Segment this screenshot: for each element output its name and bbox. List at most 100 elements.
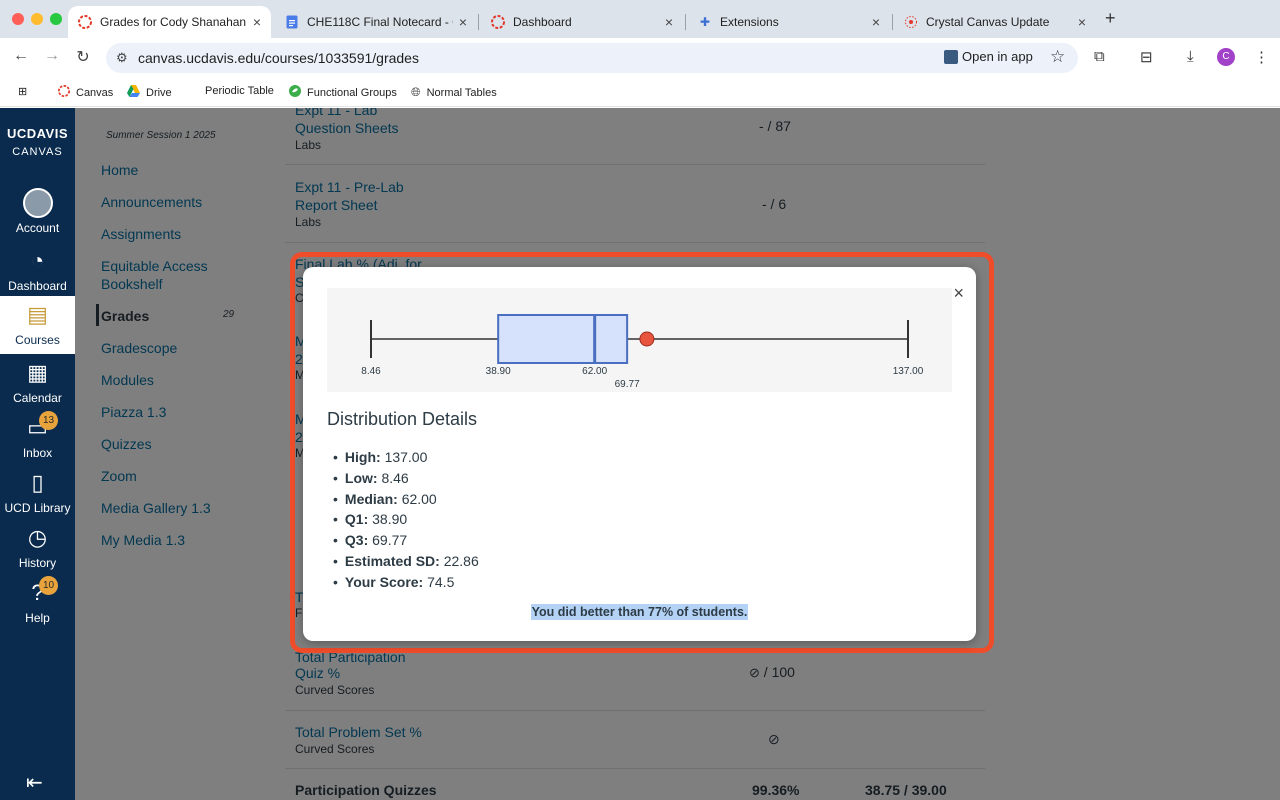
global-nav-label: Calendar xyxy=(13,391,62,405)
canvas-logo[interactable]: CANVAS xyxy=(0,146,75,158)
global-nav-help[interactable]: ? Help xyxy=(0,578,75,625)
stats-list: High: 137.00 Low: 8.46 Median: 62.00 Q1:… xyxy=(333,447,479,593)
global-nav-history[interactable]: ◷ History xyxy=(0,523,75,570)
stat-label: Your Score: xyxy=(344,573,424,590)
browser-tab-notecard[interactable]: CHE118C Final Notecard - Go × xyxy=(275,6,477,38)
global-nav-account[interactable]: Account xyxy=(0,188,75,235)
bookmarks-bar: ⊞ Canvas Drive Periodic Table Functional… xyxy=(0,77,1280,107)
browser-tab-dashboard[interactable]: Dashboard × xyxy=(481,6,683,38)
stat-estimated-sd: Estimated SD: 22.86 xyxy=(333,551,479,572)
distribution-dialog: × 8.46 38.90 62.00 69.77 137.00 Distribution… xyxy=(303,267,976,641)
global-nav-label: Dashboard xyxy=(8,279,67,293)
stat-value: 62.00 xyxy=(401,490,437,507)
box-plot-chart: 8.46 38.90 62.00 69.77 137.00 xyxy=(327,288,952,392)
q3-label: 69.77 xyxy=(615,379,640,390)
puzzle-icon: ✚ xyxy=(699,15,711,29)
global-nav-courses[interactable]: ▤ Courses xyxy=(0,296,75,354)
global-nav-ucd-library[interactable]: ▯ UCD Library xyxy=(0,468,75,515)
bookmark-label: Drive xyxy=(146,86,172,99)
your-score-marker xyxy=(639,331,655,347)
stat-q1: Q1: 38.90 xyxy=(333,509,479,530)
browser-tab-extensions[interactable]: ✚ Extensions × xyxy=(688,6,890,38)
tab-separator xyxy=(478,14,479,30)
tab-search-icon[interactable]: ⊟ xyxy=(1140,48,1153,66)
bookmark-label: Normal Tables xyxy=(426,86,497,99)
global-nav-label: Account xyxy=(15,221,60,235)
menu-kebab-icon[interactable]: ⋮ xyxy=(1254,48,1269,66)
help-badge: 10 xyxy=(39,576,58,595)
bookmark-star-icon[interactable]: ☆ xyxy=(1050,47,1065,67)
app-icon xyxy=(944,49,958,64)
window-minimize-button[interactable] xyxy=(31,13,43,25)
forward-icon[interactable]: → xyxy=(42,47,62,65)
tab-label: Crystal Canvas Update xyxy=(926,15,1050,29)
global-nav-calendar[interactable]: ▦ Calendar xyxy=(0,358,75,405)
global-navigation: UCDAVIS CANVAS Account ◔ Dashboard ▤ Cou… xyxy=(0,108,75,800)
back-icon[interactable]: ← xyxy=(11,47,31,65)
calendar-icon: ▦ xyxy=(27,360,48,385)
help-icon: ? xyxy=(31,580,44,605)
global-nav-label: History xyxy=(18,556,57,570)
new-tab-button[interactable]: + xyxy=(1105,8,1116,29)
profile-avatar[interactable]: C xyxy=(1217,48,1235,66)
tab-close-icon[interactable]: × xyxy=(459,14,467,30)
max-label: 137.00 xyxy=(893,366,924,377)
global-nav-label: Courses xyxy=(15,333,60,347)
window-maximize-button[interactable] xyxy=(50,13,62,25)
collapse-nav-icon[interactable]: ⇤ xyxy=(26,770,43,795)
history-icon: ◷ xyxy=(27,525,48,550)
open-in-app-button[interactable]: Open in app xyxy=(944,49,1033,64)
bookmark-canvas[interactable]: Canvas xyxy=(58,85,113,100)
stat-high: High: 137.00 xyxy=(333,447,479,468)
tab-close-icon[interactable]: × xyxy=(872,14,880,30)
tab-close-icon[interactable]: × xyxy=(665,14,673,30)
bookmark-periodic-table[interactable]: Periodic Table xyxy=(205,85,274,97)
bookmark-normal-tables[interactable]: 🌐︎ Normal Tables xyxy=(411,85,497,100)
distribution-title: Distribution Details xyxy=(327,409,478,429)
global-nav-inbox[interactable]: ▭ Inbox xyxy=(0,413,75,460)
apps-grid-icon[interactable]: ⊞ xyxy=(18,85,27,98)
extensions-icon[interactable]: ⧉ xyxy=(1094,48,1105,65)
reload-icon[interactable]: ↻ xyxy=(73,47,93,67)
globe-icon: 🌐︎ xyxy=(411,85,421,99)
tab-close-icon[interactable]: × xyxy=(253,14,261,30)
stat-value: 38.90 xyxy=(372,511,408,528)
global-nav-label: Help xyxy=(25,611,50,625)
tab-separator xyxy=(892,14,893,30)
inbox-badge: 13 xyxy=(39,411,58,430)
account-icon xyxy=(22,188,53,218)
address-bar[interactable]: ⚙ canvas.ucdavis.edu/courses/1033591/gra… xyxy=(106,43,1078,73)
browser-toolbar: ← → ↻ ⚙ canvas.ucdavis.edu/courses/10335… xyxy=(0,38,1280,77)
stat-label: High: xyxy=(344,449,381,465)
bookmark-functional-groups[interactable]: Functional Groups xyxy=(289,85,397,100)
site-settings-icon[interactable]: ⚙ xyxy=(116,50,128,66)
browser-tab-crystal[interactable]: Crystal Canvas Update × xyxy=(894,6,1096,38)
window-close-button[interactable] xyxy=(12,13,24,25)
global-nav-label: Inbox xyxy=(22,446,53,460)
global-nav-dashboard[interactable]: ◔ Dashboard xyxy=(0,246,75,293)
tab-close-icon[interactable]: × xyxy=(1078,14,1086,30)
tab-label: Extensions xyxy=(720,15,779,29)
bookmark-drive[interactable]: Drive xyxy=(127,85,172,100)
comparison-text: You did better than 77% of students. xyxy=(530,604,749,620)
ucdavis-logo[interactable]: UCDAVIS xyxy=(0,126,75,141)
canvas-icon xyxy=(491,15,505,29)
canvas-icon xyxy=(58,85,70,100)
bookmark-label: Functional Groups xyxy=(307,86,397,99)
bookmark-label: Canvas xyxy=(76,86,114,99)
stat-your-score: Your Score: 74.5 xyxy=(333,572,479,593)
dashboard-icon: ◔ xyxy=(30,248,45,273)
iqr-box xyxy=(497,314,629,364)
stat-value: 137.00 xyxy=(384,449,428,465)
stat-low: Low: 8.46 xyxy=(333,468,479,489)
open-in-app-label: Open in app xyxy=(962,49,1033,64)
browser-tab-grades[interactable]: Grades for Cody Shanahan: C × xyxy=(68,6,271,38)
browser-tab-strip: Grades for Cody Shanahan: C × CHE118C Fi… xyxy=(0,0,1280,38)
close-icon[interactable]: × xyxy=(953,283,964,304)
download-icon[interactable]: ⤓ xyxy=(1187,48,1194,65)
canvas-page: UCDAVIS CANVAS Account ◔ Dashboard ▤ Cou… xyxy=(0,108,1280,800)
inbox-icon: ▭ xyxy=(27,415,48,440)
url-text[interactable]: canvas.ucdavis.edu/courses/1033591/grade… xyxy=(138,50,419,66)
drive-icon xyxy=(127,85,140,100)
min-label: 8.46 xyxy=(361,366,381,377)
